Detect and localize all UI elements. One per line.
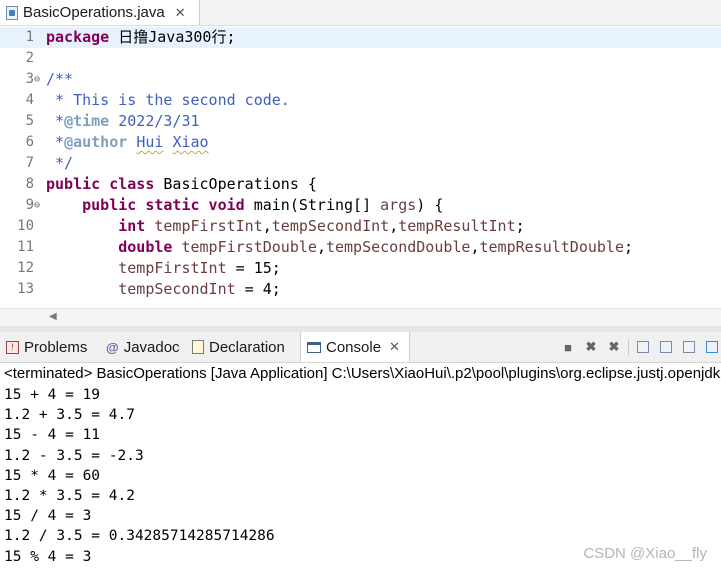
line-number: 13 <box>17 281 34 297</box>
tab-label: Javadoc <box>123 338 180 356</box>
terminate-icon[interactable]: ■ <box>559 338 577 356</box>
watermark: CSDN @Xiao__fly <box>583 545 707 562</box>
code-line[interactable]: 8 public class BasicOperations { <box>0 174 721 195</box>
console-icon <box>307 341 321 353</box>
code-line[interactable]: 3 ⊖ /** <box>0 69 721 90</box>
code-text: tempSecondInt = 4; <box>118 280 281 298</box>
fold-toggle-icon[interactable]: ⊖ <box>34 69 40 90</box>
line-number: 3 <box>25 71 34 87</box>
code-text: /** <box>46 70 74 88</box>
declaration-icon <box>192 340 204 354</box>
console-output-line: 1.2 * 3.5 = 4.2 <box>4 488 135 504</box>
console-output-line: 15 + 4 = 19 <box>4 387 101 403</box>
line-number: 4 <box>25 92 34 108</box>
display-console-icon[interactable] <box>703 338 721 356</box>
code-text: package 日撸Java300行; <box>46 28 236 46</box>
code-line[interactable]: 12 tempFirstInt = 15; <box>0 258 721 279</box>
close-icon[interactable]: ✕ <box>389 339 400 355</box>
editor-tab-label: BasicOperations.java <box>23 4 165 21</box>
code-line[interactable]: 9 ⊖ public static void main(String[] args… <box>0 195 721 216</box>
clear-console-icon[interactable] <box>634 338 652 356</box>
code-text: int tempFirstInt,tempSecondInt,tempResul… <box>118 217 525 235</box>
word-wrap-icon[interactable] <box>680 338 698 356</box>
line-number: 12 <box>17 260 34 276</box>
console-output-line: 15 / 4 = 3 <box>4 508 92 525</box>
code-line[interactable]: 6 *@author Hui Xiao <box>0 132 721 153</box>
toolbar-separator <box>628 339 629 355</box>
line-number: 10 <box>17 218 34 234</box>
code-text: public static void main(String[] args) { <box>82 196 444 214</box>
tab-problems[interactable]: ! Problems <box>6 332 87 362</box>
line-number: 7 <box>25 155 34 171</box>
console-process-label: <terminated> BasicOperations [Java Appli… <box>0 363 721 384</box>
console-output-line: 15 * 4 = 60 <box>4 467 101 484</box>
code-line[interactable]: 13 tempSecondInt = 4; <box>0 279 721 300</box>
remove-all-terminated-icon[interactable]: ✖ <box>605 338 623 356</box>
code-line[interactable]: 7 */ <box>0 153 721 174</box>
console-output-line: 1.2 / 3.5 = 0.34285714285714286 <box>4 528 275 545</box>
code-line[interactable]: 4 * This is the second code. <box>0 90 721 111</box>
tab-label: Console <box>326 338 382 356</box>
console-output-line: 15 - 4 = 11 <box>4 427 101 444</box>
tab-label: Problems <box>24 338 88 356</box>
code-text: *@time 2022/3/31 <box>46 112 200 130</box>
line-number: 5 <box>25 113 34 129</box>
console-output-line: 1.2 - 3.5 = -2.3 <box>4 447 144 464</box>
remove-launch-icon[interactable]: ✖ <box>582 338 600 356</box>
line-number: 9 <box>25 197 34 213</box>
code-editor[interactable]: 1 package 日撸Java300行; 2 3 ⊖/** 4 * This is th… <box>0 26 721 308</box>
code-text: *@author Hui Xiao <box>46 133 209 151</box>
problems-icon: ! <box>6 340 19 354</box>
code-line[interactable]: 10 int tempFirstInt,tempSecondInt,tempRe… <box>0 216 721 237</box>
scroll-lock-icon[interactable] <box>657 338 675 356</box>
horizontal-scrollbar[interactable]: ◀ <box>0 308 721 327</box>
code-line[interactable]: 5 *@time 2022/3/31 <box>0 111 721 132</box>
console-output-line: 15 % 4 = 3 <box>4 548 92 565</box>
code-text: public class BasicOperations { <box>46 175 317 193</box>
line-number: 1 <box>25 29 34 45</box>
java-file-icon <box>6 5 18 20</box>
editor-tab-basicoperations[interactable]: BasicOperations.java ✕ <box>0 0 200 25</box>
code-line[interactable]: 2 <box>0 48 721 69</box>
tab-javadoc[interactable]: @ Javadoc <box>106 332 180 362</box>
tab-console[interactable]: Console ✕ <box>300 332 410 362</box>
line-number: 11 <box>17 239 34 255</box>
javadoc-icon: @ <box>106 339 119 355</box>
code-line[interactable]: 11 double tempFirstDouble,tempSecondDoub… <box>0 237 721 258</box>
console-toolbar: ■ ✖ ✖ <box>554 336 721 358</box>
tab-label: Declaration <box>209 338 285 356</box>
line-number: 6 <box>25 134 34 150</box>
console-output-line: 1.2 + 3.5 = 4.7 <box>4 407 135 424</box>
code-text: double tempFirstDouble,tempSecondDouble,… <box>118 238 634 256</box>
scroll-left-icon[interactable]: ◀ <box>49 311 57 322</box>
fold-toggle-icon[interactable]: ⊖ <box>34 195 40 216</box>
editor-tab-bar: BasicOperations.java ✕ <box>0 0 721 26</box>
code-text: */ <box>46 154 74 172</box>
tab-declaration[interactable]: Declaration <box>192 332 285 362</box>
code-text: tempFirstInt = 15; <box>118 259 281 277</box>
code-text: * This is the second code. <box>46 91 290 109</box>
code-line[interactable]: 1 package 日撸Java300行; <box>0 27 721 48</box>
close-icon[interactable]: ✕ <box>175 5 186 21</box>
line-number: 8 <box>25 176 34 192</box>
line-number: 2 <box>25 50 34 66</box>
